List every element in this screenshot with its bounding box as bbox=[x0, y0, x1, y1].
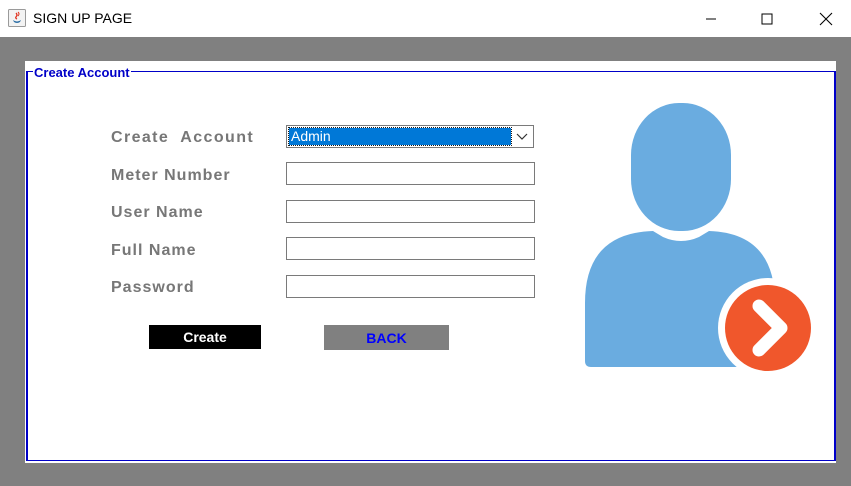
panel-legend: Create Account bbox=[33, 65, 131, 80]
window-title: SIGN UP PAGE bbox=[33, 10, 133, 26]
create-account-label: Create Account bbox=[111, 129, 255, 146]
maximize-icon bbox=[761, 13, 773, 24]
account-type-select[interactable]: Admin bbox=[286, 125, 534, 148]
account-type-selected: Admin bbox=[288, 127, 512, 146]
minimize-button[interactable] bbox=[688, 0, 734, 37]
chevron-down-icon bbox=[516, 133, 528, 140]
meter-number-label: Meter Number bbox=[111, 167, 231, 184]
meter-number-input[interactable] bbox=[286, 162, 535, 185]
create-button[interactable]: Create bbox=[149, 325, 261, 349]
user-arrow-icon bbox=[585, 103, 815, 371]
back-button[interactable]: BACK bbox=[324, 325, 449, 350]
create-account-panel: Create Account Create Account Admin Mete… bbox=[25, 61, 836, 463]
password-label: Password bbox=[111, 279, 195, 296]
close-icon bbox=[819, 12, 833, 25]
java-icon bbox=[8, 9, 26, 27]
user-name-input[interactable] bbox=[286, 200, 535, 223]
full-name-input[interactable] bbox=[286, 237, 535, 260]
user-head-shape bbox=[631, 103, 731, 231]
password-input[interactable] bbox=[286, 275, 535, 298]
close-button[interactable] bbox=[803, 0, 849, 37]
maximize-button[interactable] bbox=[744, 0, 790, 37]
user-name-label: User Name bbox=[111, 204, 204, 221]
title-bar: SIGN UP PAGE bbox=[0, 0, 851, 37]
window-content: Create Account Create Account Admin Mete… bbox=[0, 37, 851, 486]
minimize-icon bbox=[706, 18, 716, 19]
arrow-badge bbox=[725, 285, 811, 371]
full-name-label: Full Name bbox=[111, 242, 197, 259]
